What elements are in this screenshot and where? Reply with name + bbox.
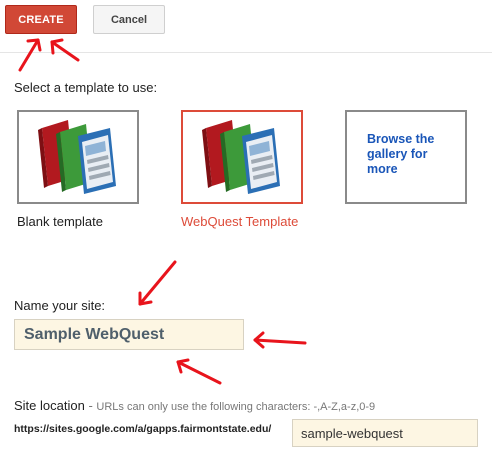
site-location-hint: URLs can only use the following characte… [96, 401, 376, 413]
site-location-row: Site location - URLs can only use the fo… [14, 398, 375, 413]
template-heading: Select a template to use: [14, 80, 158, 95]
template-tile-webquest[interactable] [181, 110, 303, 204]
create-button[interactable]: CREATE [5, 5, 77, 34]
template-caption-webquest: WebQuest Template [181, 214, 299, 229]
site-name-input[interactable] [14, 319, 244, 350]
template-caption-blank: Blank template [17, 214, 103, 229]
annotation-arrow-icon [176, 358, 222, 385]
site-name-label: Name your site: [14, 298, 106, 313]
template-tile-blank[interactable] [17, 110, 139, 204]
template-stack-icon [38, 120, 116, 194]
browse-gallery-link[interactable]: Browse the gallery for more [367, 132, 457, 177]
site-location-input[interactable] [292, 419, 478, 447]
site-location-separator: - [84, 398, 97, 413]
annotation-arrow-icon [50, 38, 80, 62]
cancel-button[interactable]: Cancel [93, 5, 165, 34]
browse-gallery-tile[interactable]: Browse the gallery for more [345, 110, 467, 204]
annotation-arrow-icon [253, 331, 307, 349]
site-location-prefix: https://sites.google.com/a/gapps.fairmon… [14, 423, 272, 435]
site-location-label: Site location [14, 398, 85, 413]
template-stack-icon [202, 120, 280, 194]
toolbar-divider [0, 52, 492, 53]
annotation-arrow-icon [138, 260, 177, 306]
annotation-arrow-icon [18, 38, 42, 72]
